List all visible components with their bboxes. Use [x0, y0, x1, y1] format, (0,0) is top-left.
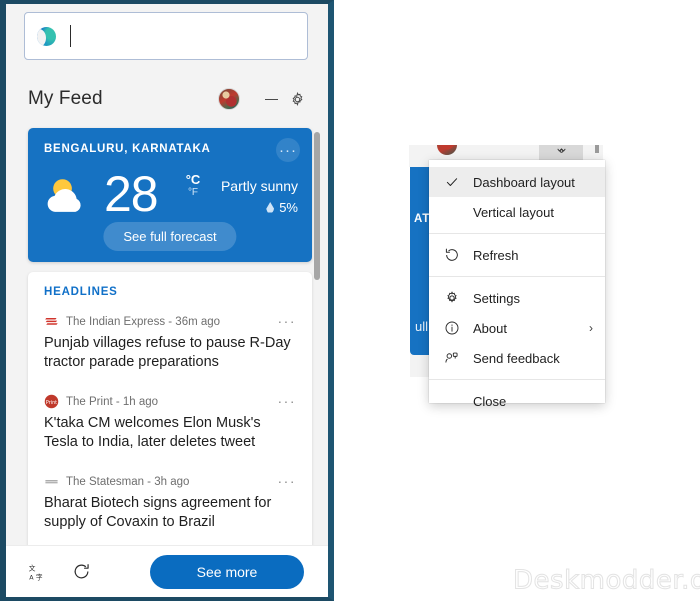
text-caret	[70, 25, 71, 47]
the-statesman-logo	[45, 480, 58, 484]
feed-header: My Feed	[28, 82, 310, 116]
news-title[interactable]: Bharat Biotech signs agreement for suppl…	[44, 494, 296, 532]
feed-footer: 文 A 字 See more	[6, 545, 328, 597]
news-item-more-button[interactable]: ···	[278, 473, 297, 489]
precipitation-value: 5%	[279, 200, 298, 215]
weather-precipitation: 5%	[266, 200, 298, 215]
svg-text:A: A	[29, 574, 34, 581]
page-title: My Feed	[28, 88, 103, 109]
background-divider	[595, 145, 599, 153]
list-item[interactable]: Print The Print - 1h ago ··· K'taka CM w…	[44, 393, 297, 452]
feedback-icon	[441, 343, 463, 373]
news-source: The Statesman - 3h ago	[66, 475, 190, 488]
feed-scroll-area: BENGALURU, KARNATAKA ··· 28 °C °F Partly…	[6, 122, 328, 565]
context-menu: Dashboard layout Vertical layout Refresh…	[429, 160, 605, 409]
water-drop-icon	[266, 202, 275, 213]
svg-text:文: 文	[28, 564, 35, 573]
gear-icon	[556, 147, 566, 153]
menu-item-settings[interactable]: Settings	[429, 283, 605, 313]
weather-units[interactable]: °C °F	[180, 172, 206, 198]
gear-icon	[441, 283, 463, 313]
news-meta: Print The Print - 1h ago ···	[44, 393, 297, 409]
menu-item-send-feedback[interactable]: Send feedback	[429, 343, 605, 373]
watermark: Deskmodder.de	[512, 564, 700, 596]
translate-button[interactable]: 文 A 字	[20, 555, 54, 589]
news-title[interactable]: Punjab villages refuse to pause R-Day tr…	[44, 334, 296, 372]
minimize-button[interactable]	[258, 86, 284, 112]
scrollbar-thumb[interactable]	[314, 132, 320, 280]
weather-card[interactable]: BENGALURU, KARNATAKA ··· 28 °C °F Partly…	[28, 128, 312, 262]
info-icon	[441, 313, 463, 343]
news-card: HEADLINES The Indian Express - 36m ago ·…	[28, 272, 312, 565]
see-more-button[interactable]: See more	[150, 554, 304, 589]
news-meta: The Indian Express - 36m ago ···	[44, 313, 297, 329]
refresh-button[interactable]	[64, 555, 98, 589]
svg-text:字: 字	[35, 572, 42, 581]
background-weather-button-fragment: ull	[415, 319, 429, 334]
list-item[interactable]: The Statesman - 3h ago ··· Bharat Biotec…	[44, 473, 297, 532]
menu-separator	[429, 379, 605, 380]
translate-icon: 文 A 字	[28, 564, 42, 581]
list-item[interactable]: The Indian Express - 36m ago ··· Punjab …	[44, 313, 297, 372]
see-full-forecast-button[interactable]: See full forecast	[103, 222, 237, 251]
background-settings-button[interactable]	[539, 145, 583, 161]
news-source: The Print - 1h ago	[66, 395, 159, 408]
weather-condition: Partly sunny	[220, 178, 298, 194]
refresh-icon	[441, 240, 463, 270]
feed-inner: My Feed BENGALURU, KARNATAKA ··· 28 °C °…	[6, 4, 328, 597]
menu-item-label: Vertical layout	[473, 204, 554, 220]
news-item-more-button[interactable]: ···	[278, 393, 297, 409]
weather-more-options-button[interactable]: ···	[276, 138, 300, 162]
news-title[interactable]: K'taka CM welcomes Elon Musk's Tesla to …	[44, 414, 296, 452]
weather-location: BENGALURU, KARNATAKA	[44, 143, 211, 155]
edge-feed-flyout: My Feed BENGALURU, KARNATAKA ··· 28 °C °…	[0, 0, 334, 601]
weather-temperature: 28	[104, 166, 159, 222]
menu-item-dashboard-layout[interactable]: Dashboard layout	[429, 167, 605, 197]
unit-celsius[interactable]: °C	[180, 172, 206, 187]
indian-express-logo	[45, 317, 58, 325]
search-input[interactable]	[24, 12, 308, 60]
edge-logo-icon	[37, 26, 56, 46]
menu-item-label: Close	[473, 393, 507, 409]
menu-top-padding	[429, 160, 605, 167]
minus-icon	[264, 98, 278, 100]
watermark-text: Deskmodder.de	[512, 565, 700, 596]
menu-separator	[429, 276, 605, 277]
chevron-right-icon: ›	[589, 321, 593, 335]
check-icon	[441, 167, 463, 197]
menu-item-about[interactable]: About ›	[429, 313, 605, 343]
feed-scrollbar[interactable]	[314, 132, 320, 280]
refresh-icon	[74, 564, 89, 579]
unit-fahrenheit[interactable]: °F	[180, 187, 206, 198]
avatar[interactable]	[218, 88, 240, 110]
partly-sunny-icon	[47, 179, 81, 212]
menu-item-vertical-layout[interactable]: Vertical layout	[429, 197, 605, 227]
menu-item-refresh[interactable]: Refresh	[429, 240, 605, 270]
menu-item-close[interactable]: Close	[429, 386, 605, 416]
news-meta: The Statesman - 3h ago ···	[44, 473, 297, 489]
headlines-label: HEADLINES	[44, 286, 118, 298]
svg-text:Print: Print	[46, 400, 57, 406]
news-item-more-button[interactable]: ···	[278, 313, 297, 329]
menu-separator	[429, 233, 605, 234]
settings-button[interactable]	[284, 86, 310, 112]
gear-icon	[292, 91, 302, 106]
news-source: The Indian Express - 36m ago	[66, 315, 221, 328]
the-print-logo: Print	[44, 394, 59, 409]
